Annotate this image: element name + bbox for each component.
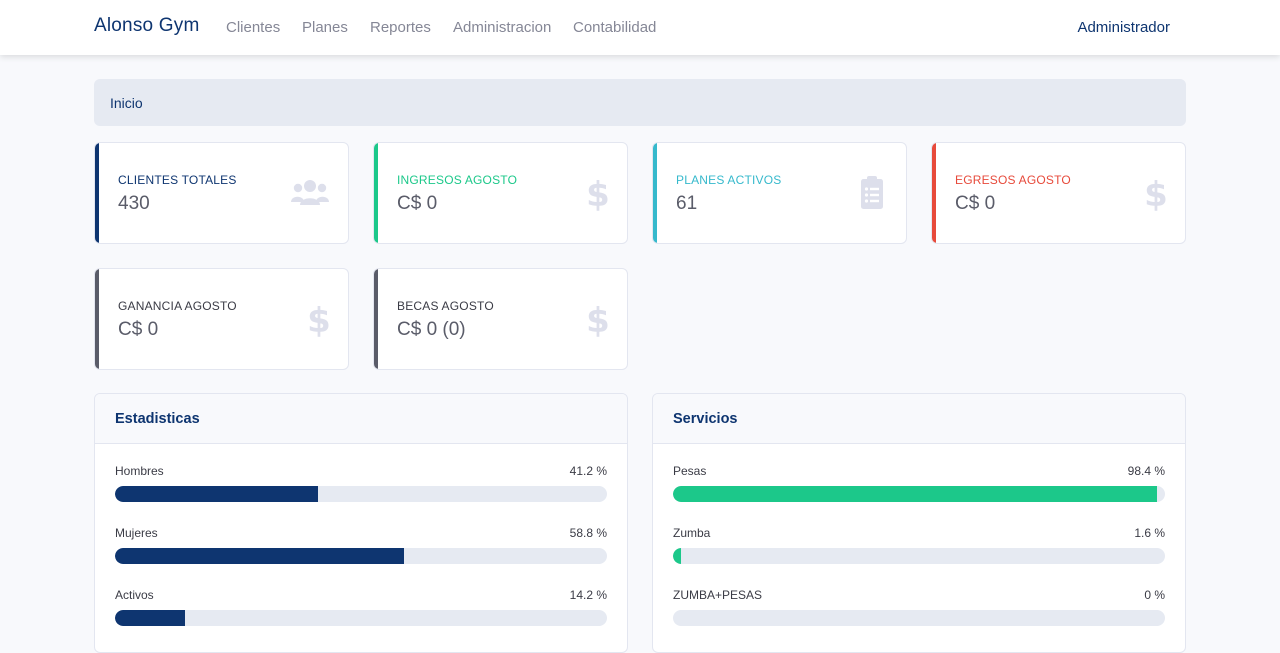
card-value: C$ 0 [955, 193, 996, 214]
stat-row: Zumba 1.6 % [673, 526, 1165, 566]
card-accent-bar [374, 269, 378, 369]
top-navbar: Alonso Gym Clientes Planes Reportes Admi… [0, 0, 1280, 55]
dollar-icon: $ [1144, 175, 1167, 211]
svg-text:$: $ [586, 175, 609, 211]
card-accent-bar [653, 143, 657, 243]
breadcrumb-current: Inicio [110, 95, 143, 111]
card-value: C$ 0 [397, 193, 438, 214]
dollar-icon: $ [586, 301, 609, 337]
progress-track [673, 610, 1165, 626]
card-label: GANANCIA AGOSTO [118, 299, 237, 313]
dollar-icon: $ [307, 301, 330, 337]
card-label: BECAS AGOSTO [397, 299, 494, 313]
stat-label: Zumba [673, 526, 711, 540]
progress-track [115, 486, 607, 502]
stat-percent: 58.8 % [569, 526, 607, 540]
card-accent-bar [932, 143, 936, 243]
nav-link-administracion[interactable]: Administracion [453, 19, 551, 36]
card-becas-agosto: BECAS AGOSTO C$ 0 (0) $ [373, 268, 628, 370]
nav-link-contabilidad[interactable]: Contabilidad [573, 19, 656, 36]
card-label: PLANES ACTIVOS [676, 173, 782, 187]
users-icon [291, 180, 329, 205]
card-egresos-agosto: EGRESOS AGOSTO C$ 0 $ [931, 142, 1186, 244]
stat-percent: 0 % [1144, 588, 1165, 602]
stat-percent: 1.6 % [1134, 526, 1165, 540]
progress-fill [115, 486, 318, 502]
user-menu[interactable]: Administrador [1077, 19, 1170, 36]
stat-label: Pesas [673, 464, 707, 478]
card-accent-bar [95, 269, 99, 369]
stat-row: Pesas 98.4 % [673, 464, 1165, 504]
svg-text:$: $ [307, 301, 330, 337]
card-label: INGRESOS AGOSTO [397, 173, 518, 187]
svg-text:$: $ [1144, 175, 1167, 211]
card-value: 430 [118, 193, 150, 214]
stat-row: Activos 14.2 % [115, 588, 607, 628]
progress-track [673, 548, 1165, 564]
panel-servicios: Servicios Pesas 98.4 % Zumba 1.6 % ZUMBA… [652, 393, 1186, 653]
card-accent-bar [374, 143, 378, 243]
brand-logo[interactable]: Alonso Gym [94, 15, 199, 37]
card-clientes-totales: CLIENTES TOTALES 430 [94, 142, 349, 244]
panel-estadisticas: Estadisticas Hombres 41.2 % Mujeres 58.8… [94, 393, 628, 653]
svg-text:$: $ [586, 301, 609, 337]
nav-link-reportes[interactable]: Reportes [370, 19, 431, 36]
stat-percent: 14.2 % [569, 588, 607, 602]
progress-fill [115, 610, 185, 626]
panel-title: Estadisticas [115, 411, 200, 427]
clipboard-list-icon [861, 176, 883, 209]
stat-row: ZUMBA+PESAS 0 % [673, 588, 1165, 628]
stat-label: Mujeres [115, 526, 158, 540]
card-ingresos-agosto: INGRESOS AGOSTO C$ 0 $ [373, 142, 628, 244]
stat-percent: 98.4 % [1127, 464, 1165, 478]
stat-label: ZUMBA+PESAS [673, 588, 763, 602]
card-ganancia-agosto: GANANCIA AGOSTO C$ 0 $ [94, 268, 349, 370]
progress-track [115, 548, 607, 564]
card-planes-activos: PLANES ACTIVOS 61 [652, 142, 907, 244]
progress-fill [115, 548, 405, 564]
stat-row: Mujeres 58.8 % [115, 526, 607, 566]
panel-header: Servicios [653, 394, 1185, 444]
card-label: EGRESOS AGOSTO [955, 173, 1071, 187]
progress-track [673, 486, 1165, 502]
progress-track [115, 610, 607, 626]
card-accent-bar [95, 143, 99, 243]
card-label: CLIENTES TOTALES [118, 173, 237, 187]
stat-row: Hombres 41.2 % [115, 464, 607, 504]
card-value: C$ 0 (0) [397, 319, 466, 340]
card-value: 61 [676, 193, 698, 214]
card-value: C$ 0 [118, 319, 159, 340]
breadcrumb: Inicio [94, 79, 1186, 126]
stat-label: Activos [115, 588, 154, 602]
progress-fill [673, 548, 681, 564]
stat-percent: 41.2 % [569, 464, 607, 478]
panel-header: Estadisticas [95, 394, 627, 444]
dollar-icon: $ [586, 175, 609, 211]
nav-link-planes[interactable]: Planes [302, 19, 348, 36]
progress-fill [673, 486, 1158, 502]
panel-title: Servicios [673, 411, 738, 427]
stat-label: Hombres [115, 464, 164, 478]
nav-link-clientes[interactable]: Clientes [226, 19, 280, 36]
